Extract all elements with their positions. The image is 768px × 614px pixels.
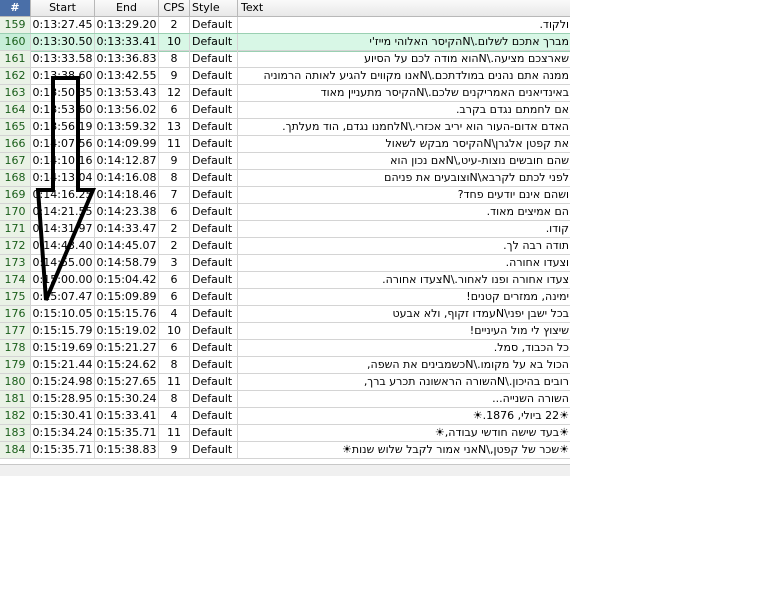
down-arrow-icon	[35, 76, 97, 301]
down-arrow-annotation	[35, 76, 97, 301]
subtitle-grid: # Start End CPS Style Text 159 0:13:27.45…	[0, 0, 570, 476]
